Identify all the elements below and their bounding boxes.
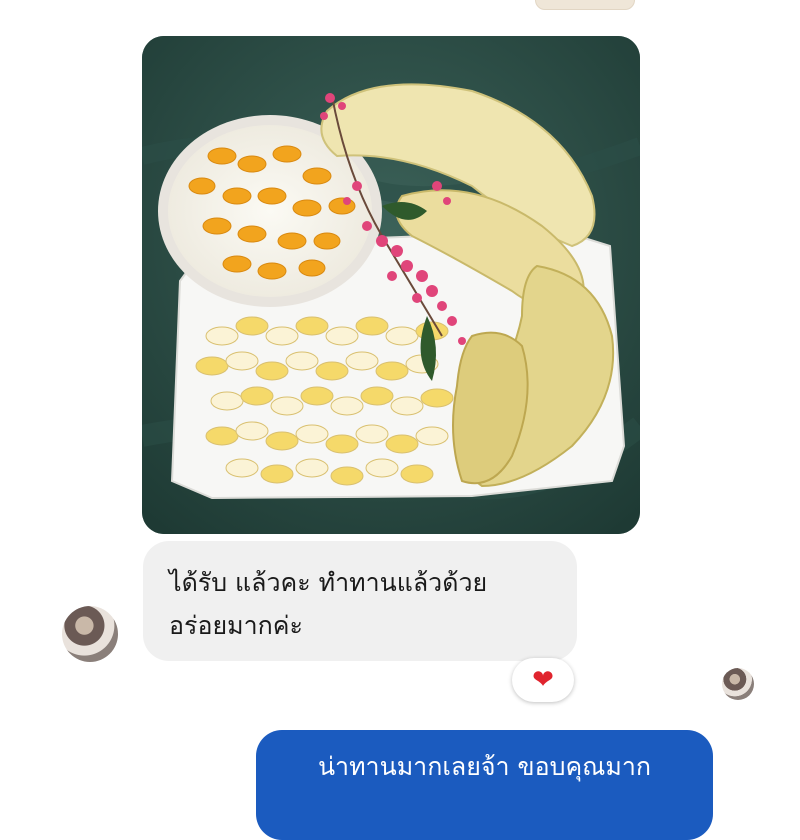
outgoing-message-line-1: น่าทานมากเลยจ้า ขอบคุณมาก [317,752,652,781]
heart-icon: ❤ [532,665,554,695]
shared-photo-image [142,36,640,534]
outgoing-message-bubble[interactable]: น่าทานมากเลยจ้า ขอบคุณมาก [256,730,713,840]
previous-message-thumbnail[interactable] [535,0,635,10]
incoming-message-bubble[interactable]: ได้รับ แล้วคะ ทำทานแล้วด้วย อร่อยมากค่ะ [143,541,577,661]
message-reaction[interactable]: ❤ [512,658,574,702]
sender-avatar[interactable] [62,606,118,662]
incoming-message-line-2: อร่อยมากค่ะ [169,611,303,640]
read-receipt-avatar [722,668,754,700]
shared-photo[interactable] [142,36,640,534]
incoming-message-line-1: ได้รับ แล้วคะ ทำทานแล้วด้วย [169,568,488,597]
